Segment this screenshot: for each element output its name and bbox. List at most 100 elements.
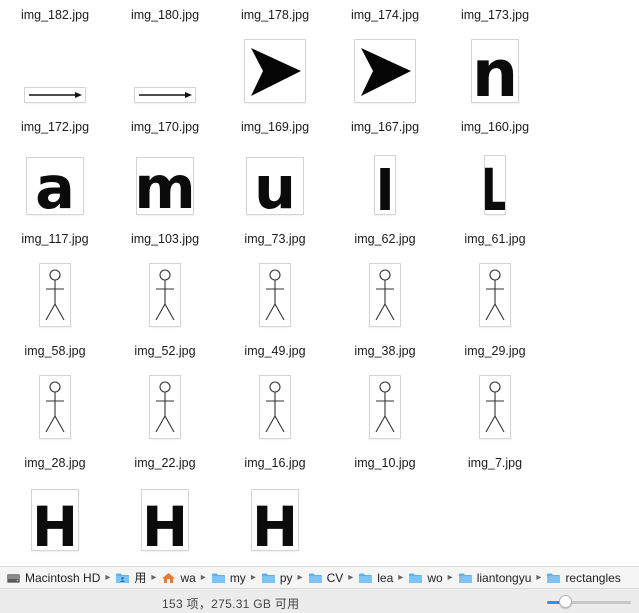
file-item[interactable]: Limg_61.jpg	[440, 120, 550, 246]
letter-thumbnail: n	[472, 37, 518, 112]
path-separator-icon: ▸	[105, 572, 111, 583]
file-item[interactable]: img_170.jpg	[110, 8, 220, 134]
svg-text:u: u	[254, 158, 296, 214]
letter-thumbnail: H	[142, 490, 188, 559]
file-item[interactable]: m img_103.jpg	[110, 120, 220, 246]
letter-thumbnail: H	[32, 490, 78, 559]
folder-icon	[458, 572, 473, 584]
path-crumb[interactable]: liantongyu	[458, 570, 532, 585]
file-item[interactable]: img_167.jpg	[330, 8, 440, 134]
status-text: 153 项，275.31 GB 可用	[162, 597, 300, 611]
file-item[interactable]: H	[220, 456, 330, 566]
file-item[interactable]: img_29.jpg	[440, 232, 550, 358]
path-crumb[interactable]: wa	[161, 571, 196, 585]
stickman-thumbnail	[40, 376, 70, 438]
file-item[interactable]: img_28.jpg	[0, 344, 110, 470]
path-separator-icon: ▸	[348, 572, 354, 583]
file-item[interactable]: img_10.jpg	[330, 344, 440, 470]
icon-size-slider[interactable]	[543, 595, 635, 609]
letter-thumbnail: l	[375, 156, 395, 223]
letter-thumbnail: H	[252, 490, 298, 559]
letter-glyph-icon: m	[134, 153, 195, 222]
svg-text:L: L	[485, 156, 505, 214]
path-crumb[interactable]: Macintosh HD	[6, 571, 100, 585]
file-item[interactable]: img_173.jpg	[440, 0, 550, 22]
play-triangle-icon	[361, 48, 411, 96]
stick-figure-icon	[375, 381, 395, 433]
path-crumb-label: 用	[134, 571, 147, 585]
path-crumb[interactable]: lea	[358, 571, 393, 585]
file-item[interactable]: img_182.jpg	[0, 0, 110, 22]
file-item[interactable]: img_38.jpg	[330, 232, 440, 358]
path-crumb-label: Macintosh HD	[25, 570, 101, 585]
path-crumb-label: py	[279, 570, 293, 585]
file-item[interactable]: n img_160.jpg	[440, 8, 550, 134]
letter-glyph-icon: H	[252, 495, 298, 559]
file-item[interactable]: img_180.jpg	[110, 0, 220, 22]
home-icon	[161, 572, 176, 584]
file-item[interactable]: img_58.jpg	[0, 232, 110, 358]
svg-text:a: a	[35, 158, 75, 214]
user-folder-icon	[115, 572, 130, 584]
file-item[interactable]: img_178.jpg	[220, 0, 330, 22]
folder-icon	[261, 572, 276, 584]
file-item[interactable]: img_169.jpg	[220, 8, 330, 134]
status-bar: 153 项，275.31 GB 可用	[0, 588, 639, 613]
letter-glyph-icon: H	[32, 495, 78, 559]
path-crumb[interactable]: 用	[115, 569, 146, 586]
hard-drive-icon	[6, 572, 21, 584]
letter-glyph-icon: n	[472, 37, 518, 112]
file-item[interactable]: img_22.jpg	[110, 344, 220, 470]
letter-thumbnail: u	[247, 153, 303, 222]
path-crumb-label: my	[229, 570, 246, 585]
arrow-thumbnail	[135, 88, 195, 102]
stick-figure-icon	[155, 381, 175, 433]
path-crumb-label: CV	[326, 570, 344, 585]
path-crumb[interactable]: CV	[308, 570, 344, 585]
file-icon-grid: img_182.jpg img_180.jpg img_178.jpg img_174…	[0, 0, 639, 566]
svg-text:l: l	[376, 159, 395, 214]
stick-figure-icon	[265, 269, 285, 321]
stickman-thumbnail	[370, 376, 400, 438]
path-crumb[interactable]: my	[211, 571, 246, 585]
stickman-thumbnail	[260, 264, 290, 326]
path-separator-icon: ▸	[536, 572, 542, 583]
file-name-label: img_7.jpg	[467, 456, 523, 470]
stickman-thumbnail	[40, 264, 70, 326]
svg-text:n: n	[472, 40, 518, 102]
svg-text:m: m	[137, 158, 193, 214]
file-item[interactable]: img_172.jpg	[0, 8, 110, 134]
path-crumb-label: lea	[377, 570, 394, 585]
stickman-thumbnail	[260, 376, 290, 438]
path-crumb-label: rectangles	[565, 570, 621, 585]
file-item[interactable]: img_52.jpg	[110, 232, 220, 358]
arrow-thumbnail	[25, 88, 85, 102]
stick-figure-icon	[375, 269, 395, 321]
path-crumb[interactable]: py	[261, 571, 293, 585]
path-crumb[interactable]: rectangles	[546, 570, 621, 585]
file-item[interactable]: H	[110, 456, 220, 566]
path-crumb-label: liantongyu	[476, 570, 532, 585]
file-item[interactable]: H	[0, 456, 110, 566]
file-item[interactable]: a img_117.jpg	[0, 120, 110, 246]
folder-icon	[358, 572, 373, 584]
stickman-thumbnail	[480, 264, 510, 326]
file-item[interactable]: img_16.jpg	[220, 344, 330, 470]
stick-figure-icon	[155, 269, 175, 321]
svg-text:H: H	[142, 495, 188, 550]
letter-glyph-icon: u	[254, 153, 296, 222]
path-crumb[interactable]: wo	[408, 571, 443, 585]
finder-window: img_182.jpg img_180.jpg img_178.jpg img_174…	[0, 0, 639, 613]
file-item[interactable]: img_49.jpg	[220, 232, 330, 358]
letter-glyph-icon: a	[35, 153, 75, 222]
file-item[interactable]: u img_73.jpg	[220, 120, 330, 246]
file-item[interactable]: img_7.jpg	[440, 344, 550, 470]
stickman-thumbnail	[150, 376, 180, 438]
letter-thumbnail: a	[27, 153, 83, 222]
file-item[interactable]: img_174.jpg	[330, 0, 440, 22]
slider-knob[interactable]	[558, 595, 572, 608]
stick-figure-icon	[485, 269, 505, 321]
path-bar: Macintosh HD ▸ 用 ▸ wa ▸ my ▸ py ▸ CV ▸ lea ▸ wo ▸ lianto…	[0, 566, 639, 588]
svg-text:H: H	[32, 495, 78, 550]
file-item[interactable]: l img_62.jpg	[330, 120, 440, 246]
